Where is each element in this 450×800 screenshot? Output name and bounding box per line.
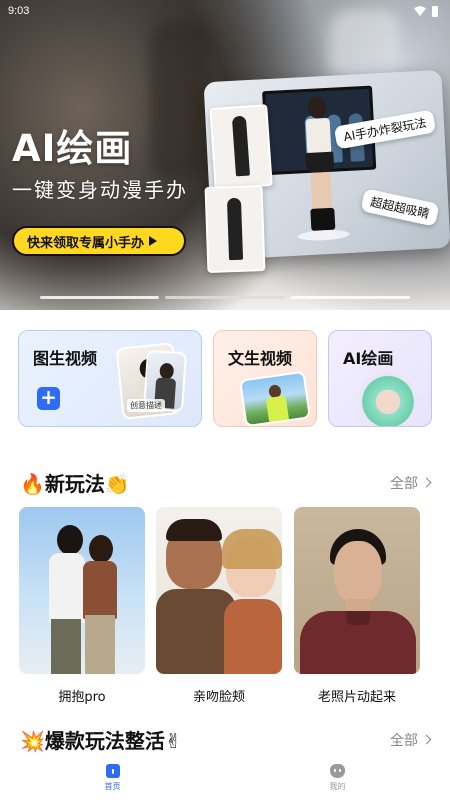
battery-icon [432, 5, 438, 17]
effect-thumbnail [294, 507, 420, 674]
nav-label: 首页 [104, 782, 121, 791]
see-all-label: 全部 [390, 732, 418, 749]
wifi-icon [414, 6, 426, 16]
ai-painting-card[interactable]: AI绘画 [328, 330, 432, 427]
explosion-icon: 💥 [20, 729, 45, 753]
feature-label: 图生视频 [33, 349, 98, 368]
banner-subtitle: 一键变身动漫手办 [12, 178, 188, 202]
effect-thumbnail [156, 507, 282, 674]
reference-photo-1 [209, 104, 273, 190]
victory-hand-icon: ✌ [164, 729, 182, 753]
effect-card-hug-pro[interactable]: 拥抱pro [19, 507, 145, 705]
reference-photo-2 [204, 185, 266, 273]
nav-label: 我的 [329, 782, 346, 791]
sample-photo [238, 370, 312, 426]
text-to-video-card[interactable]: 文生视频 [213, 330, 317, 427]
section-title: 💥爆款玩法整活✌ [20, 725, 182, 754]
figurine-illustration [294, 95, 350, 247]
play-icon [149, 236, 158, 246]
see-all-button[interactable]: 全部 [390, 473, 432, 493]
add-icon[interactable]: + [37, 387, 60, 410]
chevron-right-icon [421, 477, 432, 488]
creative-prompt-chip: 创意描述 [127, 399, 165, 412]
hero-banner[interactable]: AI绘画 一键变身动漫手办 快来领取专属小手办 AI手办炸裂玩法 超超超吸睛 [0, 0, 450, 310]
effect-card-old-photo[interactable]: 老照片动起来 [294, 507, 420, 705]
nav-profile[interactable]: 我的 [225, 756, 450, 800]
anime-avatar [359, 371, 417, 426]
fire-icon: 🔥 [20, 472, 45, 496]
hot-play-header: 💥爆款玩法整活✌ 全部 [20, 725, 432, 754]
feature-cards: 图生视频 + 创意描述 文生视频 AI绘画 [18, 330, 450, 428]
status-icons [414, 5, 438, 17]
nav-home[interactable]: 首页 [0, 756, 225, 800]
home-icon [105, 764, 120, 778]
status-time: 9:03 [8, 5, 30, 17]
clap-icon: 👏 [104, 472, 130, 496]
effects-list: 拥抱pro 亲吻脸颊 老照片动起来 [19, 507, 450, 707]
section-title: 🔥新玩法👏 [20, 468, 130, 497]
banner-cta-label: 快来领取专属小手办 [27, 235, 145, 251]
effect-label: 亲吻脸颊 [192, 690, 245, 705]
effect-label: 老照片动起来 [317, 690, 396, 705]
chevron-right-icon [421, 734, 432, 745]
effect-card-cheek-kiss[interactable]: 亲吻脸颊 [156, 507, 282, 705]
see-all-label: 全部 [390, 475, 418, 492]
banner-bg-figure [150, 20, 210, 180]
feature-label: 文生视频 [228, 349, 293, 368]
pagination-dot-active [165, 296, 285, 299]
see-all-button[interactable]: 全部 [390, 730, 432, 750]
effect-thumbnail [19, 507, 145, 674]
section-title-text: 爆款玩法整活 [44, 729, 165, 753]
banner-cta-button[interactable]: 快来领取专属小手办 [12, 226, 186, 256]
banner-title: AI绘画 [12, 127, 133, 170]
new-play-header: 🔥新玩法👏 全部 [20, 468, 432, 497]
profile-icon [330, 764, 345, 778]
status-bar: 9:03 [0, 0, 450, 22]
banner-pagination [40, 296, 410, 299]
bottom-navigation: 首页 我的 [0, 756, 450, 800]
pagination-dot [290, 296, 410, 299]
pagination-dot [40, 296, 160, 299]
feature-label: AI绘画 [343, 349, 394, 368]
image-to-video-card[interactable]: 图生视频 + 创意描述 [18, 330, 202, 427]
effect-label: 拥抱pro [58, 690, 106, 705]
section-title-text: 新玩法 [44, 472, 105, 496]
